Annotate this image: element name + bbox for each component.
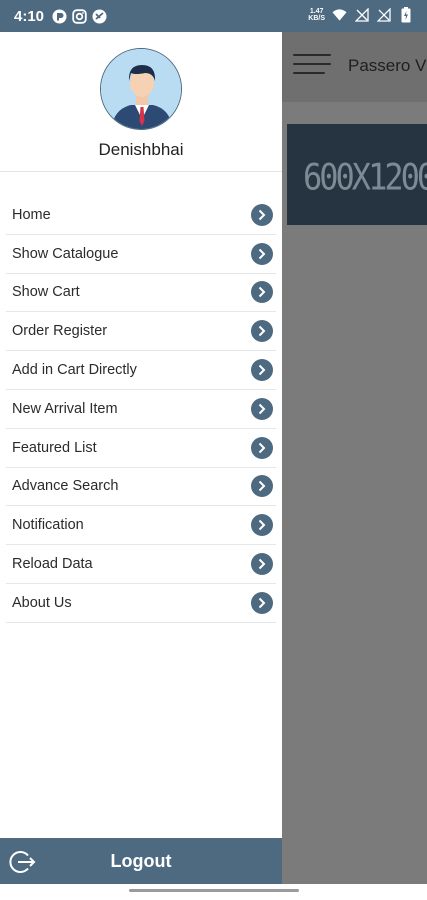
network-speed: 1.47 KB/S	[308, 8, 325, 22]
chevron-right-icon	[251, 320, 273, 343]
status-right-icons: 1.47 KB/S	[308, 6, 413, 22]
menu-item-label: Order Register	[12, 323, 108, 340]
menu-item-new-arrival-item[interactable]: New Arrival Item	[6, 390, 276, 429]
chevron-right-icon	[251, 359, 273, 382]
menu-icon[interactable]	[293, 54, 331, 76]
logout-button[interactable]: Logout	[0, 838, 282, 884]
menu-item-label: Advance Search	[12, 478, 119, 495]
instagram-icon	[72, 8, 87, 24]
notification-app-icon	[52, 9, 67, 24]
notification-app-icon-2	[92, 9, 107, 24]
wifi-icon	[332, 7, 347, 22]
menu-item-order-register[interactable]: Order Register	[6, 312, 276, 352]
gesture-handle[interactable]	[129, 889, 299, 892]
status-time: 4:10	[14, 7, 45, 25]
chevron-right-icon	[251, 203, 273, 226]
chevron-right-icon	[251, 242, 273, 265]
menu-item-label: Show Cart	[12, 284, 80, 301]
menu-item-show-catalogue[interactable]: Show Catalogue	[6, 235, 276, 274]
menu-item-advance-search[interactable]: Advance Search	[6, 468, 276, 507]
net-speed-unit: KB/S	[308, 14, 325, 22]
logout-label: Logout	[110, 850, 172, 871]
menu-item-show-cart[interactable]: Show Cart	[6, 274, 276, 313]
navigation-drawer: Denishbhai Home Show Catalogue Show Cart…	[0, 32, 282, 884]
profile-name: Denishbhai	[98, 140, 184, 159]
menu-item-reload-data[interactable]: Reload Data	[6, 545, 276, 584]
menu-item-add-in-cart-directly[interactable]: Add in Cart Directly	[6, 351, 276, 390]
chevron-right-icon	[251, 475, 273, 498]
menu-item-label: Featured List	[12, 439, 97, 456]
chevron-right-icon	[251, 281, 273, 304]
chevron-right-icon	[251, 553, 273, 576]
menu-item-notification[interactable]: Notification	[6, 506, 276, 546]
signal-2-icon	[376, 7, 391, 22]
menu-item-label: Add in Cart Directly	[12, 362, 137, 379]
menu-item-label: Reload Data	[12, 556, 93, 573]
chevron-right-icon	[251, 397, 273, 420]
banner-placeholder: 600X1200	[287, 124, 427, 225]
banner-placeholder-text: 600X1200	[303, 155, 427, 199]
drawer-menu: Home Show Catalogue Show Cart Order Regi…	[6, 196, 276, 623]
divider	[0, 171, 282, 172]
logout-icon	[8, 848, 36, 876]
app-title: Passero V	[348, 56, 427, 75]
menu-item-featured-list[interactable]: Featured List	[6, 429, 276, 468]
menu-item-label: Home	[12, 206, 51, 223]
status-bar: 4:10 1.47 KB/S	[0, 0, 427, 32]
menu-item-label: About Us	[12, 594, 72, 611]
menu-item-label: Notification	[12, 517, 84, 534]
menu-item-label: New Arrival Item	[12, 400, 118, 417]
chevron-right-icon	[251, 436, 273, 459]
menu-item-about-us[interactable]: About Us	[6, 584, 276, 623]
user-avatar-icon	[101, 49, 181, 129]
system-navigation-bar	[0, 884, 427, 900]
menu-item-label: Show Catalogue	[12, 245, 119, 262]
net-speed-value: 1.47	[309, 7, 324, 15]
status-left-icons	[52, 8, 107, 24]
avatar	[100, 48, 182, 130]
chevron-right-icon	[251, 591, 273, 614]
signal-icon	[354, 7, 369, 22]
menu-item-home[interactable]: Home	[6, 196, 276, 235]
chevron-right-icon	[251, 514, 273, 537]
battery-icon	[398, 6, 413, 22]
